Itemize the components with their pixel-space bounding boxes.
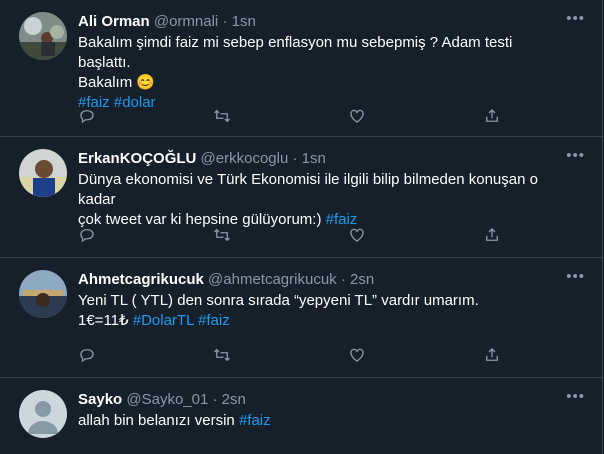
retweet-icon xyxy=(214,348,230,362)
separator: · xyxy=(340,271,346,288)
author-handle[interactable]: @ahmetcagrikucuk xyxy=(208,271,337,288)
author-name[interactable]: Ali Orman xyxy=(78,13,150,30)
avatar[interactable] xyxy=(19,270,67,318)
tweet-line: Yeni TL ( YTL) den sonra sırada “yepyeni… xyxy=(78,292,479,309)
smile-emoji: 😊 xyxy=(136,74,156,91)
share-button[interactable] xyxy=(483,107,503,127)
separator: · xyxy=(292,150,298,167)
timestamp[interactable]: 2sn xyxy=(222,391,246,408)
like-button[interactable] xyxy=(348,226,368,246)
retweet-icon xyxy=(214,109,230,123)
timestamp[interactable]: 2sn xyxy=(350,271,374,288)
tweet-actions xyxy=(78,346,508,366)
separator: · xyxy=(212,391,218,408)
reply-button[interactable] xyxy=(78,226,98,246)
tweet-header: Ahmetcagrikucuk @ahmetcagrikucuk · 2sn xyxy=(78,271,563,289)
tweet-header: ErkanKOÇOĞLU @erkkocoglu · 1sn xyxy=(78,150,563,168)
reply-button[interactable] xyxy=(78,107,98,127)
tweet-text: Yeni TL ( YTL) den sonra sırada “yepyeni… xyxy=(78,291,563,331)
share-icon xyxy=(486,228,498,241)
like-icon xyxy=(350,109,364,123)
reply-icon xyxy=(80,229,94,243)
tweet-line: Bakalım xyxy=(78,74,133,91)
tweet-line: allah bin belanızı versin xyxy=(78,412,235,429)
tweet-actions xyxy=(78,226,508,246)
timeline: Ali Orman @ormnali · 1sn ••• Bakalım şim… xyxy=(0,0,603,454)
default-avatar[interactable] xyxy=(19,390,67,438)
share-icon xyxy=(486,348,498,361)
retweet-button[interactable] xyxy=(213,107,233,127)
tweet-header: Ali Orman @ormnali · 1sn xyxy=(78,13,563,31)
author-handle[interactable]: @erkkocoglu xyxy=(201,150,289,167)
tweet[interactable]: ErkanKOÇOĞLU @erkkocoglu · 1sn ••• Dünya… xyxy=(0,137,603,258)
separator: · xyxy=(222,13,228,30)
author-name[interactable]: ErkanKOÇOĞLU xyxy=(78,150,196,167)
tweet-text: allah bin belanızı versin #faiz xyxy=(78,411,563,431)
timestamp[interactable]: 1sn xyxy=(302,150,326,167)
retweet-button[interactable] xyxy=(213,226,233,246)
hashtag-link[interactable]: #faiz xyxy=(198,312,230,329)
author-handle[interactable]: @Sayko_01 xyxy=(126,391,208,408)
tweet-line: Bakalım şimdi faiz mi sebep enflasyon mu… xyxy=(78,34,513,71)
reply-icon xyxy=(80,110,94,124)
tweet[interactable]: Sayko @Sayko_01 · 2sn ••• allah bin bela… xyxy=(0,378,603,454)
like-button[interactable] xyxy=(348,346,368,366)
hashtag-link[interactable]: #faiz xyxy=(239,412,271,429)
like-icon xyxy=(350,348,364,362)
tweet[interactable]: Ali Orman @ormnali · 1sn ••• Bakalım şim… xyxy=(0,0,603,137)
timestamp[interactable]: 1sn xyxy=(232,13,256,30)
share-icon xyxy=(486,109,498,122)
author-name[interactable]: Sayko xyxy=(78,391,122,408)
tweet[interactable]: Ahmetcagrikucuk @ahmetcagrikucuk · 2sn •… xyxy=(0,258,603,378)
share-button[interactable] xyxy=(483,226,503,246)
tweet-line: Dünya ekonomisi ve Türk Ekonomisi ile il… xyxy=(78,171,538,208)
more-options-icon[interactable]: ••• xyxy=(566,148,585,164)
tweet-actions xyxy=(78,107,508,127)
retweet-icon xyxy=(214,228,230,242)
author-name[interactable]: Ahmetcagrikucuk xyxy=(78,271,204,288)
like-button[interactable] xyxy=(348,107,368,127)
more-options-icon[interactable]: ••• xyxy=(566,389,585,405)
tweet-header: Sayko @Sayko_01 · 2sn xyxy=(78,391,563,409)
more-options-icon[interactable]: ••• xyxy=(566,269,585,285)
avatar[interactable] xyxy=(19,12,67,60)
hashtag-link[interactable]: #DolarTL xyxy=(133,312,194,329)
tweet-line: 1€=11₺ xyxy=(78,312,129,329)
avatar[interactable] xyxy=(19,149,67,197)
more-options-icon[interactable]: ••• xyxy=(566,11,585,27)
like-icon xyxy=(350,228,364,242)
share-button[interactable] xyxy=(483,346,503,366)
reply-button[interactable] xyxy=(78,346,98,366)
author-handle[interactable]: @ormnali xyxy=(154,13,218,30)
tweet-text: Dünya ekonomisi ve Türk Ekonomisi ile il… xyxy=(78,170,563,230)
reply-icon xyxy=(80,349,94,363)
retweet-button[interactable] xyxy=(213,346,233,366)
tweet-text: Bakalım şimdi faiz mi sebep enflasyon mu… xyxy=(78,33,563,113)
